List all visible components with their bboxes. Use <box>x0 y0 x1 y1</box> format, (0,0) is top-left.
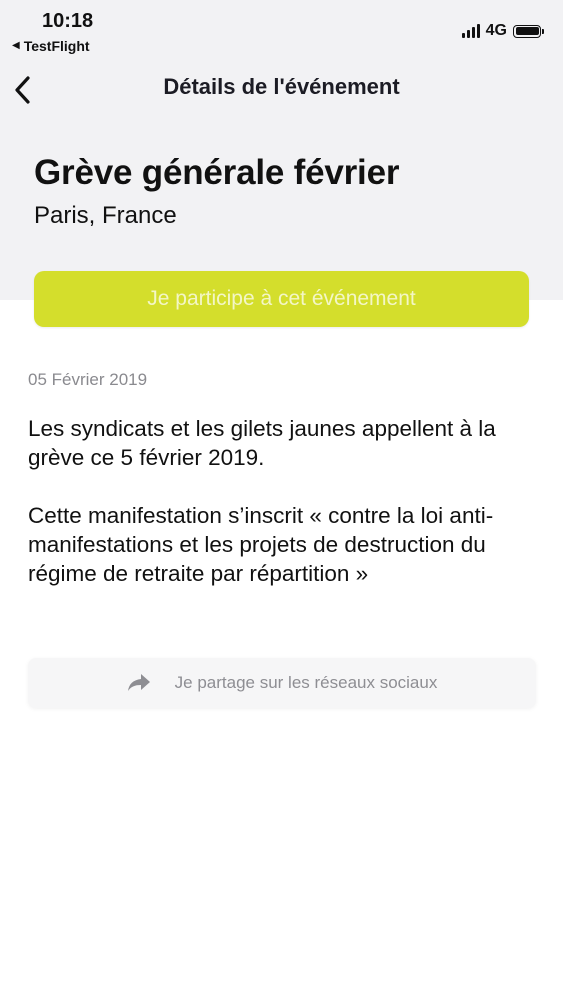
network-type: 4G <box>485 22 507 39</box>
return-app-label: TestFlight <box>23 38 90 54</box>
back-button[interactable] <box>10 72 42 108</box>
description-paragraph: Les syndicats et les gilets jaunes appel… <box>28 416 496 470</box>
share-button[interactable]: Je partage sur les réseaux sociaux <box>28 658 536 708</box>
status-indicators: 4G <box>461 22 544 40</box>
back-triangle-icon: ◀ <box>12 40 20 51</box>
signal-icon <box>461 24 480 38</box>
event-description: Les syndicats et les gilets jaunes appel… <box>28 414 528 617</box>
share-arrow-icon <box>127 674 150 691</box>
battery-icon <box>513 24 544 38</box>
description-paragraph: Cette manifestation s’inscrit « contre l… <box>28 503 494 586</box>
return-to-app-link[interactable]: ◀ TestFlight <box>12 38 90 54</box>
share-label: Je partage sur les réseaux sociaux <box>174 673 438 692</box>
event-location: Paris, France <box>34 202 177 229</box>
participate-button[interactable]: Je participe à cet événement <box>34 271 529 327</box>
event-date: 05 Février 2019 <box>28 370 148 389</box>
status-time: 10:18 <box>42 10 94 32</box>
chevron-left-icon <box>15 76 30 104</box>
event-title: Grève générale février <box>34 153 400 192</box>
event-details-screen: 10:18 ◀ TestFlight 4G Détails de l'événe… <box>0 0 563 1000</box>
